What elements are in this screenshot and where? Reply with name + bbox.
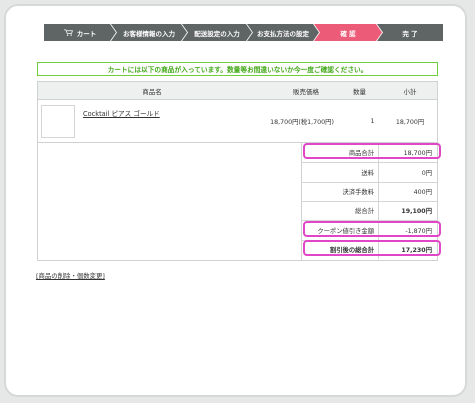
summary-label: 送料 (361, 170, 374, 177)
step-complete: 完 了 (377, 24, 443, 41)
highlight-discounted-total (303, 240, 441, 256)
step-cart: カート (44, 24, 116, 41)
highlight-coupon (303, 221, 441, 237)
table-header: 商品名 販売価格 数量 小計 (38, 82, 437, 100)
summary-label: 決済手数料 (342, 189, 374, 196)
summary-value: 19,100円 (401, 208, 432, 215)
table-row: Cocktail ピアス ゴールド 18,700円(税1,700円) 1 18,… (38, 100, 437, 143)
item-qty: 1 (370, 117, 375, 125)
product-name-link[interactable]: Cocktail ピアス ゴールド (83, 108, 160, 118)
step-label: 配送設定の入力 (194, 29, 240, 38)
product-thumbnail[interactable] (41, 105, 75, 138)
item-subtotal: 18,700円 (395, 118, 425, 126)
header-product: 商品名 (142, 87, 162, 96)
item-price: 18,700円(税1,700円) (270, 118, 334, 126)
summary-row-fee: 決済手数料 400円 (302, 182, 437, 202)
step-payment: お支払方法の設定 (247, 24, 319, 41)
header-qty: 数量 (353, 87, 366, 96)
summary-value: 400円 (413, 189, 432, 196)
step-label: お客様情報の入力 (123, 29, 175, 38)
summary-label: 総合計 (355, 208, 374, 215)
step-confirm: 確 認 (314, 24, 382, 41)
summary-row-shipping: 送料 0円 (302, 163, 437, 183)
header-price: 販売価格 (293, 87, 319, 96)
header-subtotal: 小計 (403, 87, 417, 96)
summary-row-total: 総合計 19,100円 (302, 201, 437, 221)
highlight-subtotal (303, 143, 441, 159)
step-label: 確 認 (340, 29, 356, 38)
cart-notice: カートには以下の商品が入っています。数量等お間違いないか今一度ご確認ください。 (37, 62, 438, 76)
edit-items-link[interactable]: [商品の削除・個数変更] (36, 271, 105, 280)
step-label: お支払方法の設定 (257, 29, 309, 38)
step-shipping: 配送設定の入力 (182, 24, 252, 41)
step-customer-info: お客様情報の入力 (111, 24, 187, 41)
summary-value: 0円 (421, 170, 432, 177)
step-label: カート (76, 29, 97, 38)
cart-icon (64, 29, 73, 36)
checkout-steps: カート お客様情報の入力 配送設定の入力 お支払方法の設定 確 認 完 了 (44, 24, 443, 41)
step-label: 完 了 (402, 29, 418, 38)
